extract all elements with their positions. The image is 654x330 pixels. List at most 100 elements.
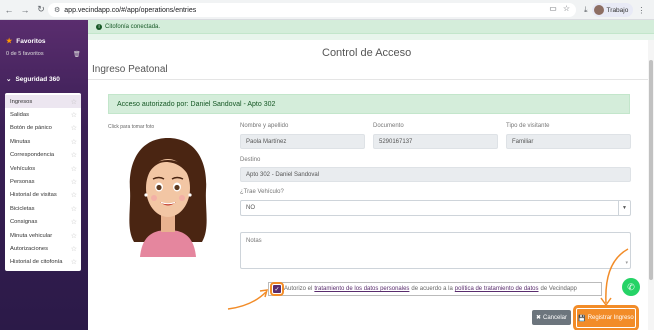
- sidebar-item-label: Bicicletas: [10, 205, 35, 212]
- reload-icon[interactable]: ↻: [34, 3, 48, 17]
- divider: [88, 79, 654, 80]
- avatar: [593, 5, 604, 15]
- authorization-alert: Acceso autorizado por: Daniel Sandoval -…: [108, 94, 630, 114]
- download-icon[interactable]: ⤓: [584, 5, 588, 15]
- sidebar-item-consignas[interactable]: Consignas ☆: [5, 216, 81, 229]
- notes-placeholder: Notas: [246, 238, 262, 244]
- section-title: Seguridad 360: [15, 75, 60, 83]
- star-outline-icon[interactable]: ☆: [71, 191, 77, 199]
- sidebar-item-label: Minutas: [10, 138, 31, 145]
- chevron-down-icon[interactable]: ▼: [618, 201, 630, 215]
- trash-icon[interactable]: 🗑: [73, 51, 81, 58]
- sidebar-item-label: Vehículos: [10, 165, 36, 172]
- consent-suffix: de Vecindapp: [540, 286, 577, 292]
- sidebar-item-ingresos[interactable]: Ingresos ☆: [5, 95, 81, 109]
- page-title: Ingreso Peatonal: [92, 64, 168, 75]
- star-outline-icon[interactable]: ☆: [71, 218, 77, 226]
- star-outline-icon[interactable]: ☆: [71, 245, 77, 253]
- consent-row: ✓ Autorizo el tratamiento de los datos p…: [268, 282, 602, 296]
- cast-icon[interactable]: ▭: [549, 4, 557, 13]
- visitor-photo[interactable]: [118, 132, 218, 257]
- star-outline-icon[interactable]: ☆: [71, 98, 77, 106]
- sidebar-item-boton-panico[interactable]: Botón de pánico ☆: [5, 122, 81, 135]
- star-outline-icon[interactable]: ☆: [71, 232, 77, 240]
- sidebar-item-autorizaciones[interactable]: Autorizaciones ☆: [5, 242, 81, 255]
- sidebar-item-historial-visitas[interactable]: Historial de visitas ☆: [5, 189, 81, 202]
- vehicle-selected-value: NO: [246, 205, 255, 211]
- sidebar-menu: Ingresos ☆ Salidas ☆ Botón de pánico ☆ Minu…: [5, 93, 81, 271]
- forward-icon[interactable]: →: [18, 3, 32, 17]
- sidebar-item-label: Personas: [10, 179, 35, 186]
- consent-middle: de acuerdo a la: [411, 286, 453, 292]
- sidebar-item-label: Botón de pánico: [10, 125, 52, 132]
- resize-handle-icon[interactable]: ▾: [625, 260, 628, 266]
- star-outline-icon[interactable]: ☆: [71, 138, 77, 146]
- favorites-count: 0 de 5 favoritos: [6, 51, 44, 57]
- favorites-title: Favoritos: [16, 37, 46, 45]
- sidebar: ★ Favoritos 0 de 5 favoritos 🗑 ⌄ Segurid…: [0, 20, 88, 330]
- back-icon[interactable]: ←: [2, 3, 16, 17]
- name-field: Paola Martínez: [240, 134, 365, 149]
- connection-banner: i Citofonía conectada.: [88, 20, 654, 34]
- url-text: app.vecindapp.co/#/app/operations/entrie…: [64, 6, 197, 14]
- sidebar-item-personas[interactable]: Personas ☆: [5, 175, 81, 188]
- browser-toolbar: ← → ↻ ⚙ app.vecindapp.co/#/app/operation…: [0, 0, 654, 20]
- phone-icon[interactable]: ✆: [622, 278, 640, 296]
- profile-chip[interactable]: Trabajo: [591, 3, 634, 17]
- sidebar-item-label: Autorizaciones: [10, 245, 49, 252]
- scrollbar-thumb[interactable]: [649, 60, 653, 280]
- consent-prefix: Autorizo el: [284, 286, 313, 292]
- save-icon: 💾: [578, 315, 586, 322]
- destination-label: Destino: [240, 157, 261, 163]
- section-seguridad-360[interactable]: ⌄ Seguridad 360: [6, 75, 60, 84]
- name-label: Nombre y apellido: [240, 123, 289, 129]
- consent-checkbox[interactable]: ✓: [270, 282, 284, 296]
- profile-name: Trabajo: [606, 6, 629, 14]
- star-outline-icon[interactable]: ☆: [71, 124, 77, 132]
- scrollbar[interactable]: [648, 40, 654, 330]
- arrow-to-register-head: [600, 297, 612, 307]
- sidebar-item-historial-citofonia[interactable]: Historial de citofonía ☆: [5, 256, 81, 269]
- star-icon: ★: [6, 38, 13, 45]
- site-info-icon[interactable]: ⚙: [54, 6, 60, 14]
- vehicle-label: ¿Trae Vehículo?: [240, 189, 284, 195]
- control-title: Control de Acceso: [322, 47, 412, 59]
- sidebar-item-label: Minuta vehicular: [10, 232, 53, 239]
- favorites-header[interactable]: ★ Favoritos: [6, 37, 46, 46]
- register-entry-button[interactable]: 💾 Registrar Ingreso: [573, 305, 639, 330]
- banner-strip: [88, 34, 654, 40]
- sidebar-item-label: Ingresos: [10, 98, 33, 105]
- sidebar-item-minutas[interactable]: Minutas ☆: [5, 135, 81, 148]
- notes-textarea[interactable]: Notas ▾: [240, 232, 631, 269]
- bookmark-star-icon[interactable]: ☆: [563, 4, 570, 13]
- star-outline-icon[interactable]: ☆: [71, 178, 77, 186]
- cancel-label: Cancelar: [543, 314, 568, 321]
- data-policy-link[interactable]: política de tratamiento de datos: [455, 286, 539, 292]
- personal-data-link[interactable]: tratamiento de los datos personales: [314, 286, 409, 292]
- sidebar-item-salidas[interactable]: Salidas ☆: [5, 108, 81, 121]
- visitor-type-field: Familiar: [506, 134, 631, 149]
- star-outline-icon[interactable]: ☆: [71, 165, 77, 173]
- star-outline-icon[interactable]: ☆: [71, 205, 77, 213]
- star-outline-icon[interactable]: ☆: [71, 111, 77, 119]
- browser-menu-icon[interactable]: ⋮: [637, 6, 645, 15]
- sidebar-item-label: Historial de visitas: [10, 192, 57, 199]
- close-icon: ✖: [535, 315, 541, 321]
- arrow-to-checkbox-head: [259, 289, 269, 298]
- banner-text: Citofonía conectada.: [105, 23, 161, 30]
- sidebar-item-label: Correspondencia: [10, 152, 55, 159]
- sidebar-item-correspondencia[interactable]: Correspondencia ☆: [5, 149, 81, 162]
- sidebar-item-minuta-vehicular[interactable]: Minuta vehicular ☆: [5, 229, 81, 242]
- sidebar-item-vehiculos[interactable]: Vehículos ☆: [5, 162, 81, 175]
- info-icon: i: [96, 23, 102, 30]
- arrow-to-checkbox: [227, 291, 267, 310]
- cancel-button[interactable]: ✖ Cancelar: [532, 310, 571, 325]
- star-outline-icon[interactable]: ☆: [71, 151, 77, 159]
- star-outline-icon[interactable]: ☆: [71, 258, 77, 266]
- vehicle-select[interactable]: NO ▼: [240, 200, 631, 216]
- sidebar-item-label: Salidas: [10, 112, 30, 119]
- address-bar[interactable]: ⚙ app.vecindapp.co/#/app/operations/entr…: [48, 3, 576, 17]
- destination-field: Apto 302 - Daniel Sandoval: [240, 167, 631, 182]
- sidebar-item-label: Historial de citofonía: [10, 259, 63, 266]
- sidebar-item-bicicletas[interactable]: Bicicletas ☆: [5, 202, 81, 215]
